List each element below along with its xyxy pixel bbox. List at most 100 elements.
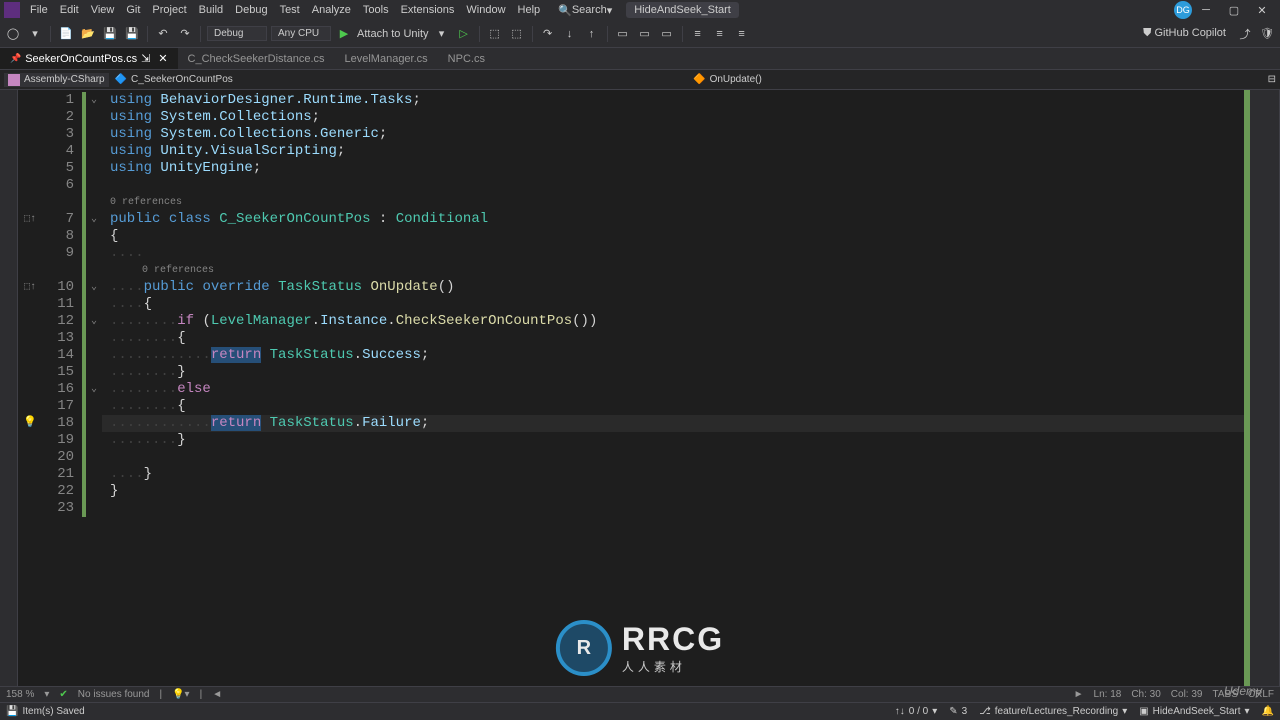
menu-git[interactable]: Git xyxy=(120,2,146,18)
menu-window[interactable]: Window xyxy=(460,2,511,18)
solution-name[interactable]: HideAndSeek_Start xyxy=(626,2,739,18)
code-line[interactable]: ....{ xyxy=(102,296,1244,313)
tab-checkseeker[interactable]: C_CheckSeekerDistance.cs xyxy=(178,48,335,69)
left-side-tabs[interactable] xyxy=(0,90,18,686)
tab-seeker[interactable]: 📌 SeekerOnCountPos.cs ⇲ ✕ xyxy=(0,48,178,69)
start-icon[interactable]: ▶ xyxy=(335,25,353,43)
save-all-icon[interactable]: 💾 xyxy=(123,25,141,43)
tab-pin-chevron[interactable]: ⇲ xyxy=(141,52,150,65)
code-line[interactable]: } xyxy=(102,483,1244,500)
attach-dd-icon[interactable]: ▾ xyxy=(433,25,451,43)
close-icon[interactable]: ✕ xyxy=(1248,4,1276,17)
code-line[interactable] xyxy=(102,449,1244,466)
fold-chevron-icon[interactable]: ⌄ xyxy=(86,279,102,296)
menu-tools[interactable]: Tools xyxy=(357,2,395,18)
toolbar-icon-4[interactable]: ▭ xyxy=(636,25,654,43)
code-line[interactable]: ........{ xyxy=(102,330,1244,347)
col-pos[interactable]: Col: 39 xyxy=(1171,689,1203,700)
issues-text[interactable]: No issues found xyxy=(78,689,150,700)
menu-debug[interactable]: Debug xyxy=(229,2,273,18)
code-line[interactable]: ............return TaskStatus.Failure; xyxy=(102,415,1244,432)
line-pos[interactable]: Ln: 18 xyxy=(1094,689,1122,700)
save-icon[interactable]: 💾 xyxy=(101,25,119,43)
toolbar-icon-3[interactable]: ▭ xyxy=(614,25,632,43)
code-line[interactable] xyxy=(102,500,1244,517)
code-line[interactable]: using System.Collections; xyxy=(102,109,1244,126)
nav-split-icon[interactable]: ⊟ xyxy=(1268,74,1276,85)
code-line[interactable]: ....public override TaskStatus OnUpdate(… xyxy=(102,279,1244,296)
tab-npc[interactable]: NPC.cs xyxy=(438,48,495,69)
menu-build[interactable]: Build xyxy=(193,2,229,18)
start-nodebug-icon[interactable]: ▷ xyxy=(455,25,473,43)
notifications-icon[interactable]: 🔔 xyxy=(1262,706,1274,717)
code-line[interactable]: ........} xyxy=(102,364,1244,381)
pending-changes[interactable]: ✎ 3 xyxy=(949,706,967,717)
code-line[interactable]: ....} xyxy=(102,466,1244,483)
codelens-references[interactable]: 0 references xyxy=(102,262,1244,279)
code-editor[interactable]: 1⌄23456⬚↑7⌄89⬚↑10⌄1112⌄13141516⌄17💡18192… xyxy=(18,90,1262,686)
fold-chevron-icon[interactable]: ⌄ xyxy=(86,313,102,330)
zoom-dd-icon[interactable]: ▾ xyxy=(44,689,49,700)
menu-analyze[interactable]: Analyze xyxy=(306,2,357,18)
menu-test[interactable]: Test xyxy=(274,2,306,18)
menu-file[interactable]: File xyxy=(24,2,54,18)
step-into-icon[interactable]: ↓ xyxy=(561,25,579,43)
share-icon[interactable]: ⤴ xyxy=(1236,25,1254,43)
code-line[interactable]: using BehaviorDesigner.Runtime.Tasks; xyxy=(102,92,1244,109)
code-line[interactable]: using Unity.VisualScripting; xyxy=(102,143,1244,160)
menu-help[interactable]: Help xyxy=(512,2,547,18)
maximize-icon[interactable]: ▢ xyxy=(1220,4,1248,17)
branch-indicator[interactable]: ⎇ feature/Lectures_Recording ▾ xyxy=(979,706,1127,717)
code-line[interactable]: { xyxy=(102,228,1244,245)
code-line[interactable]: using UnityEngine; xyxy=(102,160,1244,177)
nav-type-dropdown[interactable]: 🔷 C_SeekerOnCountPos xyxy=(111,73,688,86)
menu-extensions[interactable]: Extensions xyxy=(395,2,461,18)
toolbar-icon-7[interactable]: ≡ xyxy=(711,25,729,43)
config-dropdown[interactable]: Debug xyxy=(207,26,267,41)
admin-icon[interactable]: 🛡 xyxy=(1258,25,1276,43)
open-icon[interactable]: 📂 xyxy=(79,25,97,43)
fold-chevron-icon[interactable]: ⌄ xyxy=(86,381,102,398)
minimize-icon[interactable]: ─ xyxy=(1192,4,1220,16)
platform-dropdown[interactable]: Any CPU xyxy=(271,26,331,41)
nav-back-icon[interactable]: ◯ xyxy=(4,25,22,43)
search-box[interactable]: 🔍 Search ▾ xyxy=(552,3,618,18)
undo-icon[interactable]: ↶ xyxy=(154,25,172,43)
health-indicator-icon[interactable]: 💡▾ xyxy=(172,689,189,700)
repo-indicator[interactable]: ▣ HideAndSeek_Start ▾ xyxy=(1139,706,1249,717)
user-avatar[interactable]: DG xyxy=(1174,1,1192,19)
tab-close-icon[interactable]: ✕ xyxy=(158,52,167,65)
nav-assembly-dropdown[interactable]: Assembly-CSharp xyxy=(4,73,109,87)
menu-project[interactable]: Project xyxy=(146,2,192,18)
line-ending[interactable]: CRLF xyxy=(1248,689,1274,700)
step-out-icon[interactable]: ↑ xyxy=(583,25,601,43)
code-line[interactable]: .... xyxy=(102,245,1244,262)
nav-member-dropdown[interactable]: 🔶 OnUpdate() xyxy=(689,73,1266,86)
menu-view[interactable]: View xyxy=(85,2,121,18)
new-item-icon[interactable]: 📄 xyxy=(57,25,75,43)
copilot-button[interactable]: ⛊ GitHub Copilot xyxy=(1137,27,1232,40)
code-line[interactable] xyxy=(102,177,1244,194)
tab-levelmanager[interactable]: LevelManager.cs xyxy=(335,48,438,69)
indent-mode[interactable]: TABS xyxy=(1212,689,1237,700)
codelens-references[interactable]: 0 references xyxy=(102,194,1244,211)
right-side-tabs[interactable] xyxy=(1262,90,1280,686)
menu-edit[interactable]: Edit xyxy=(54,2,85,18)
toolbar-icon-2[interactable]: ⬚ xyxy=(508,25,526,43)
pin-icon[interactable]: 📌 xyxy=(10,53,21,64)
toolbar-icon-5[interactable]: ▭ xyxy=(658,25,676,43)
toolbar-icon-8[interactable]: ≡ xyxy=(733,25,751,43)
code-line[interactable]: ............return TaskStatus.Success; xyxy=(102,347,1244,364)
step-over-icon[interactable]: ↷ xyxy=(539,25,557,43)
code-line[interactable]: using System.Collections.Generic; xyxy=(102,126,1244,143)
nav-dd-icon[interactable]: ▾ xyxy=(26,25,44,43)
h-scroll-right-icon[interactable]: ► xyxy=(1074,689,1084,700)
code-line[interactable]: ........{ xyxy=(102,398,1244,415)
fold-chevron-icon[interactable]: ⌄ xyxy=(86,211,102,228)
redo-icon[interactable]: ↷ xyxy=(176,25,194,43)
code-line[interactable]: public class C_SeekerOnCountPos : Condit… xyxy=(102,211,1244,228)
fold-chevron-icon[interactable]: ⌄ xyxy=(86,92,102,109)
attach-button[interactable]: Attach to Unity xyxy=(357,28,429,40)
code-line[interactable]: ........if (LevelManager.Instance.CheckS… xyxy=(102,313,1244,330)
code-line[interactable]: ........} xyxy=(102,432,1244,449)
